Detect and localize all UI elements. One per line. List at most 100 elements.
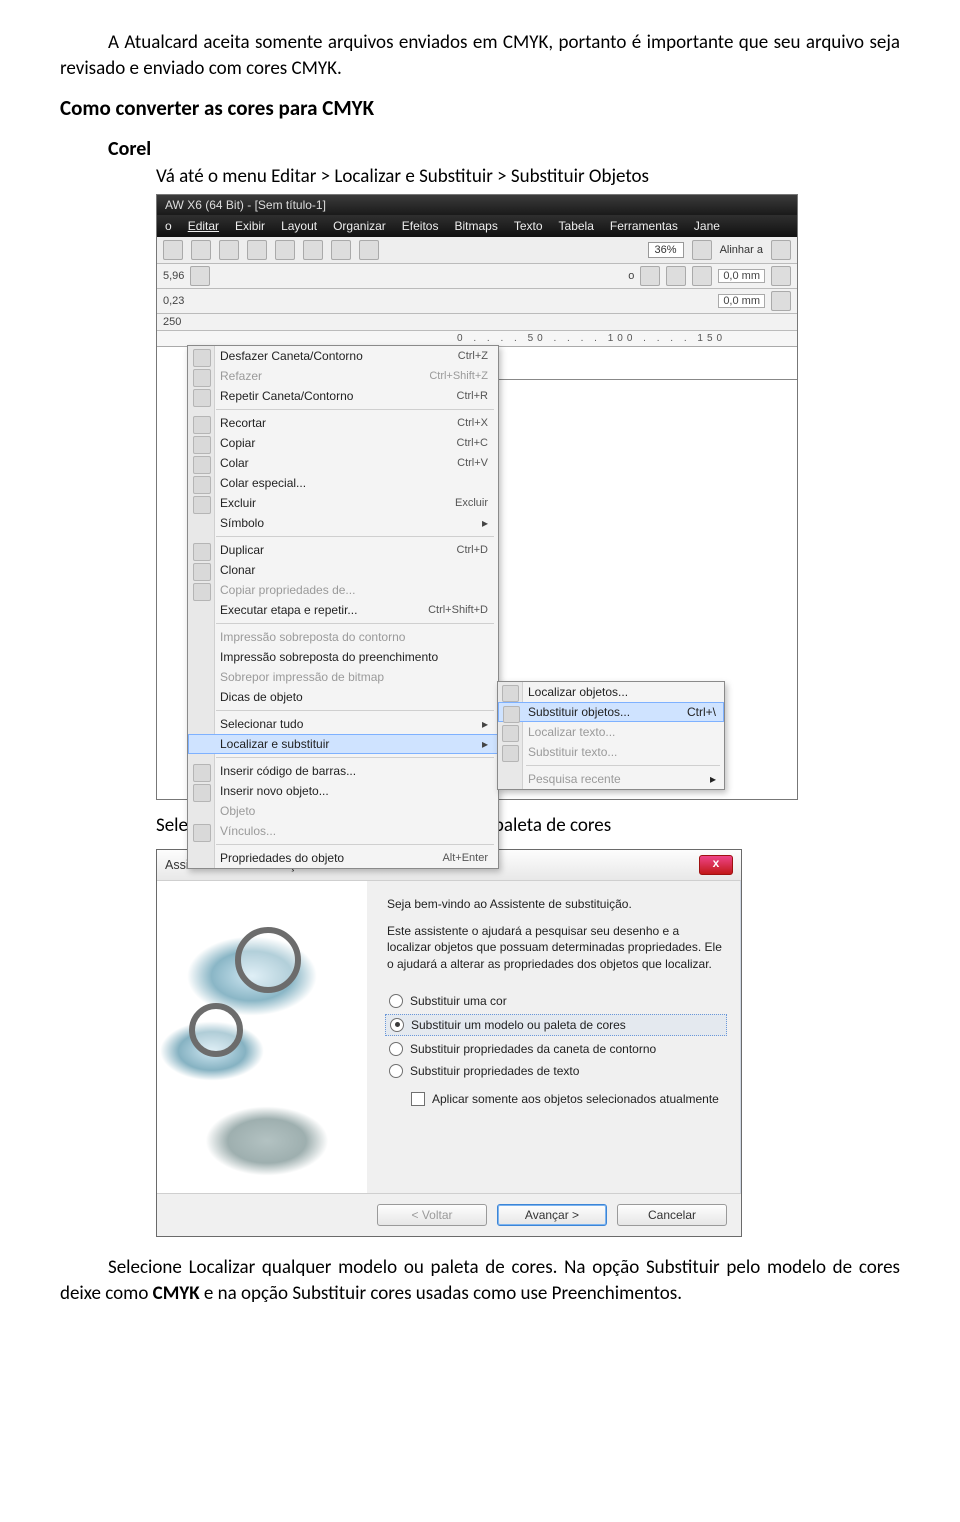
checkbox-apply-selected[interactable]: Aplicar somente aos objetos selecionados… [411,1092,723,1106]
menubar: o Editar Exibir Layout Organizar Efeitos… [157,215,797,237]
smi-substituir-objetos[interactable]: Substituir objetos...Ctrl+\ [498,702,724,722]
mm-field-1[interactable]: 0,0 mm [718,269,765,283]
smi-pesquisa-recente: Pesquisa recente▸ [498,769,724,789]
mi-desfazer[interactable]: Desfazer Caneta/ContornoCtrl+Z [188,346,498,366]
checkbox-icon [411,1092,425,1106]
cancel-button[interactable]: Cancelar [617,1204,727,1226]
replace-text-icon [502,745,519,762]
find-icon [502,685,519,702]
screenshot-corel-menu: AW X6 (64 Bit) - [Sem título-1] o Editar… [156,194,798,800]
copy-props-icon [193,583,211,601]
radio-icon [389,994,403,1008]
step1-text: Vá até o menu Editar > Localizar e Subst… [156,165,900,188]
radio-opt-3[interactable]: Substituir propriedades da caneta de con… [389,1038,723,1060]
mi-clonar[interactable]: Clonar [188,560,498,580]
duplicate-icon [193,543,211,561]
barcode-icon [193,764,211,782]
toolbar-row1: 36% Alinhar a [157,237,797,264]
menu-layout[interactable]: Layout [281,219,317,233]
mi-vinculos: Vínculos... [188,821,498,841]
menu-bitmaps[interactable]: Bitmaps [454,219,497,233]
mi-selecionar-tudo[interactable]: Selecionar tudo▸ [188,714,498,734]
checkbox-label: Aplicar somente aos objetos selecionados… [432,1092,719,1106]
toolbar-icon[interactable] [163,240,183,260]
toolbar-icon[interactable] [666,266,686,286]
radio-label: Substituir propriedades da caneta de con… [410,1042,656,1056]
chevron-right-icon: ▸ [482,717,488,731]
menu-ferramentas[interactable]: Ferramentas [610,219,678,233]
delete-icon [193,496,211,514]
mi-imp-preenchimento[interactable]: Impressão sobreposta do preenchimento [188,647,498,667]
smi-localizar-objetos[interactable]: Localizar objetos... [498,682,724,702]
toolbar-icon[interactable] [247,240,267,260]
toolbar-row3: 0,23 0,0 mm [157,289,797,314]
zoom-field[interactable]: 36% [648,242,684,258]
insert-object-icon [193,784,211,802]
menu-efeitos[interactable]: Efeitos [402,219,439,233]
radio-label: Substituir propriedades de texto [410,1064,579,1078]
mi-simbolo[interactable]: Símbolo▸ [188,513,498,533]
subheading-corel: Corel [108,137,900,161]
toolbar-icon[interactable] [771,240,791,260]
toolbar-icon[interactable] [190,266,210,286]
close-button[interactable]: x [699,855,733,875]
menu-texto[interactable]: Texto [514,219,543,233]
radio-opt-2[interactable]: Substituir um modelo ou paleta de cores [385,1014,727,1036]
paste-icon [193,456,211,474]
final-paragraph: Selecione Localizar qualquer modelo ou p… [60,1255,900,1306]
menu-janela[interactable]: Jane [694,219,720,233]
mi-inserir-novo[interactable]: Inserir novo objeto... [188,781,498,801]
next-button[interactable]: Avançar > [497,1204,607,1226]
mm-field-2[interactable]: 0,0 mm [718,294,765,308]
redo-icon [193,369,211,387]
toolbar-icon[interactable] [275,240,295,260]
alinhar-label: Alinhar a [720,244,763,256]
radio-icon [389,1064,403,1078]
mi-duplicar[interactable]: DuplicarCtrl+D [188,540,498,560]
angle-label: o [628,270,634,282]
mi-excluir[interactable]: ExcluirExcluir [188,493,498,513]
mi-sobrepor-bitmap: Sobrepor impressão de bitmap [188,667,498,687]
menu-organizar[interactable]: Organizar [333,219,386,233]
toolbar-row4: 250 [157,314,797,331]
toolbar-icon[interactable] [219,240,239,260]
toolbar-icon[interactable] [692,240,712,260]
toolbar-icon[interactable] [771,291,791,311]
menu-o[interactable]: o [165,219,172,233]
chevron-right-icon: ▸ [482,737,488,751]
toolbar-icon[interactable] [771,266,791,286]
menu-exibir[interactable]: Exibir [235,219,265,233]
coord-y: 0,23 [163,295,184,307]
chevron-right-icon: ▸ [482,516,488,530]
intro-paragraph: A Atualcard aceita somente arquivos envi… [60,30,900,81]
mi-dicas-objeto[interactable]: Dicas de objeto [188,687,498,707]
mi-etapa-repetir[interactable]: Executar etapa e repetir...Ctrl+Shift+D [188,600,498,620]
radio-opt-4[interactable]: Substituir propriedades de texto [389,1060,723,1082]
toolbar-icon[interactable] [692,266,712,286]
mi-copiar[interactable]: CopiarCtrl+C [188,433,498,453]
toolbar-icon[interactable] [331,240,351,260]
toolbar-icon[interactable] [191,240,211,260]
radio-icon [390,1018,404,1032]
mi-inserir-barras[interactable]: Inserir código de barras... [188,761,498,781]
mi-recortar[interactable]: RecortarCtrl+X [188,413,498,433]
radio-label: Substituir uma cor [410,994,507,1008]
mi-colar-especial[interactable]: Colar especial... [188,473,498,493]
toolbar-icon[interactable] [359,240,379,260]
mi-colar[interactable]: ColarCtrl+V [188,453,498,473]
mi-localizar-substituir[interactable]: Localizar e substituir▸ [188,734,498,754]
mi-propriedades-objeto[interactable]: Propriedades do objetoAlt+Enter [188,848,498,868]
toolbar-icon[interactable] [640,266,660,286]
menu-editar-dropdown: Desfazer Caneta/ContornoCtrl+Z RefazerCt… [187,345,499,869]
mi-copiar-propriedades: Copiar propriedades de... [188,580,498,600]
copy-icon [193,436,211,454]
radio-label: Substituir um modelo ou paleta de cores [411,1018,626,1032]
radio-opt-1[interactable]: Substituir uma cor [389,990,723,1012]
toolbar-icon[interactable] [303,240,323,260]
coord-250: 250 [163,316,181,328]
menu-editar[interactable]: Editar [188,219,219,233]
menu-tabela[interactable]: Tabela [559,219,594,233]
screenshot-wizard-dialog: Assistente de substituição x Seja bem-vi… [156,849,742,1237]
mi-repetir[interactable]: Repetir Caneta/ContornoCtrl+R [188,386,498,406]
replace-icon [503,706,520,723]
